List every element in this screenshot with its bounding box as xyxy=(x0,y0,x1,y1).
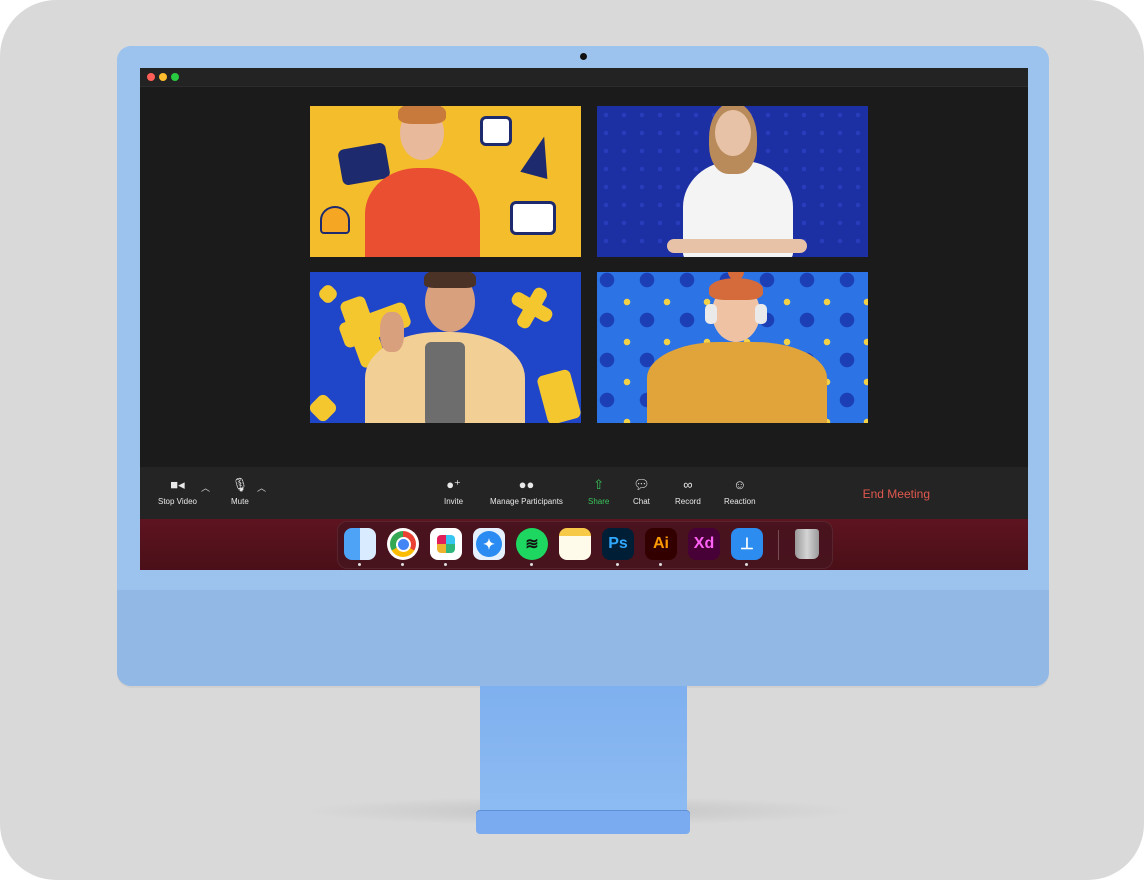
laptop-sticker xyxy=(510,201,556,235)
screen: ■◂ Stop Video ︿ 🎙︎ Mute ︿ ●⁺ Invite ●● M… xyxy=(140,68,1028,570)
illustrator-icon[interactable]: Ai xyxy=(645,528,677,560)
meeting-toolbar: ■◂ Stop Video ︿ 🎙︎ Mute ︿ ●⁺ Invite ●● M… xyxy=(140,467,1028,519)
share-arrow-icon: ⇧ xyxy=(593,477,605,492)
notes-icon[interactable] xyxy=(559,528,591,560)
chat-bubble-icon: 💬︎ xyxy=(633,477,650,492)
slack-icon[interactable] xyxy=(430,528,462,560)
video-tile-participant-1[interactable] xyxy=(310,106,581,257)
share-button[interactable]: ⇧ Share xyxy=(588,475,609,506)
trophy-sticker xyxy=(320,206,350,234)
xd-icon[interactable]: Xd xyxy=(688,528,720,560)
end-meeting-button[interactable]: End Meeting xyxy=(863,487,930,501)
desktop-background: ✦ ≋ Ps Ai Xd ⊥ xyxy=(140,519,1028,570)
maximize-window-button[interactable] xyxy=(171,73,179,81)
imac-stand xyxy=(480,686,687,814)
smiley-icon: ☺ xyxy=(733,477,747,492)
chat-button[interactable]: 💬︎ Chat xyxy=(633,475,650,506)
dock-separator xyxy=(778,530,779,560)
video-options-chevron-icon[interactable]: ︿ xyxy=(201,481,210,494)
audio-options-chevron-icon[interactable]: ︿ xyxy=(257,481,266,494)
video-tile-participant-3[interactable] xyxy=(310,272,581,423)
photoshop-icon[interactable]: Ps xyxy=(602,528,634,560)
finder-icon[interactable] xyxy=(344,528,376,560)
video-tile-participant-2[interactable] xyxy=(597,106,868,257)
manage-participants-button[interactable]: ●● Manage Participants xyxy=(490,475,563,506)
record-button[interactable]: ∞ Record xyxy=(675,475,701,506)
imac-foot xyxy=(476,810,690,834)
video-camera-icon: ■◂ xyxy=(170,477,185,492)
invite-button[interactable]: ●⁺ Invite xyxy=(444,475,463,506)
trash-icon[interactable] xyxy=(791,528,823,560)
microphone-icon: 🎙︎ xyxy=(231,477,249,492)
spotify-icon[interactable]: ≋ xyxy=(516,528,548,560)
dock: ✦ ≋ Ps Ai Xd ⊥ xyxy=(337,521,833,569)
stop-video-button[interactable]: ■◂ Stop Video xyxy=(158,475,197,506)
reaction-button[interactable]: ☺ Reaction xyxy=(724,475,756,506)
minimize-window-button[interactable] xyxy=(159,73,167,81)
participants-icon: ●● xyxy=(518,477,535,492)
window-titlebar xyxy=(140,68,1028,87)
close-window-button[interactable] xyxy=(147,73,155,81)
video-tile-participant-4[interactable] xyxy=(597,272,868,423)
safari-icon[interactable]: ✦ xyxy=(473,528,505,560)
chrome-icon[interactable] xyxy=(387,528,419,560)
keynote-icon[interactable]: ⊥ xyxy=(731,528,763,560)
hat-sticker xyxy=(520,133,558,179)
camera-icon xyxy=(580,53,587,60)
mute-button[interactable]: 🎙︎ Mute xyxy=(231,475,249,506)
imac-chin xyxy=(117,590,1049,686)
eyes-sticker xyxy=(480,116,512,146)
add-person-icon: ●⁺ xyxy=(446,477,461,492)
record-icon: ∞ xyxy=(683,477,693,492)
